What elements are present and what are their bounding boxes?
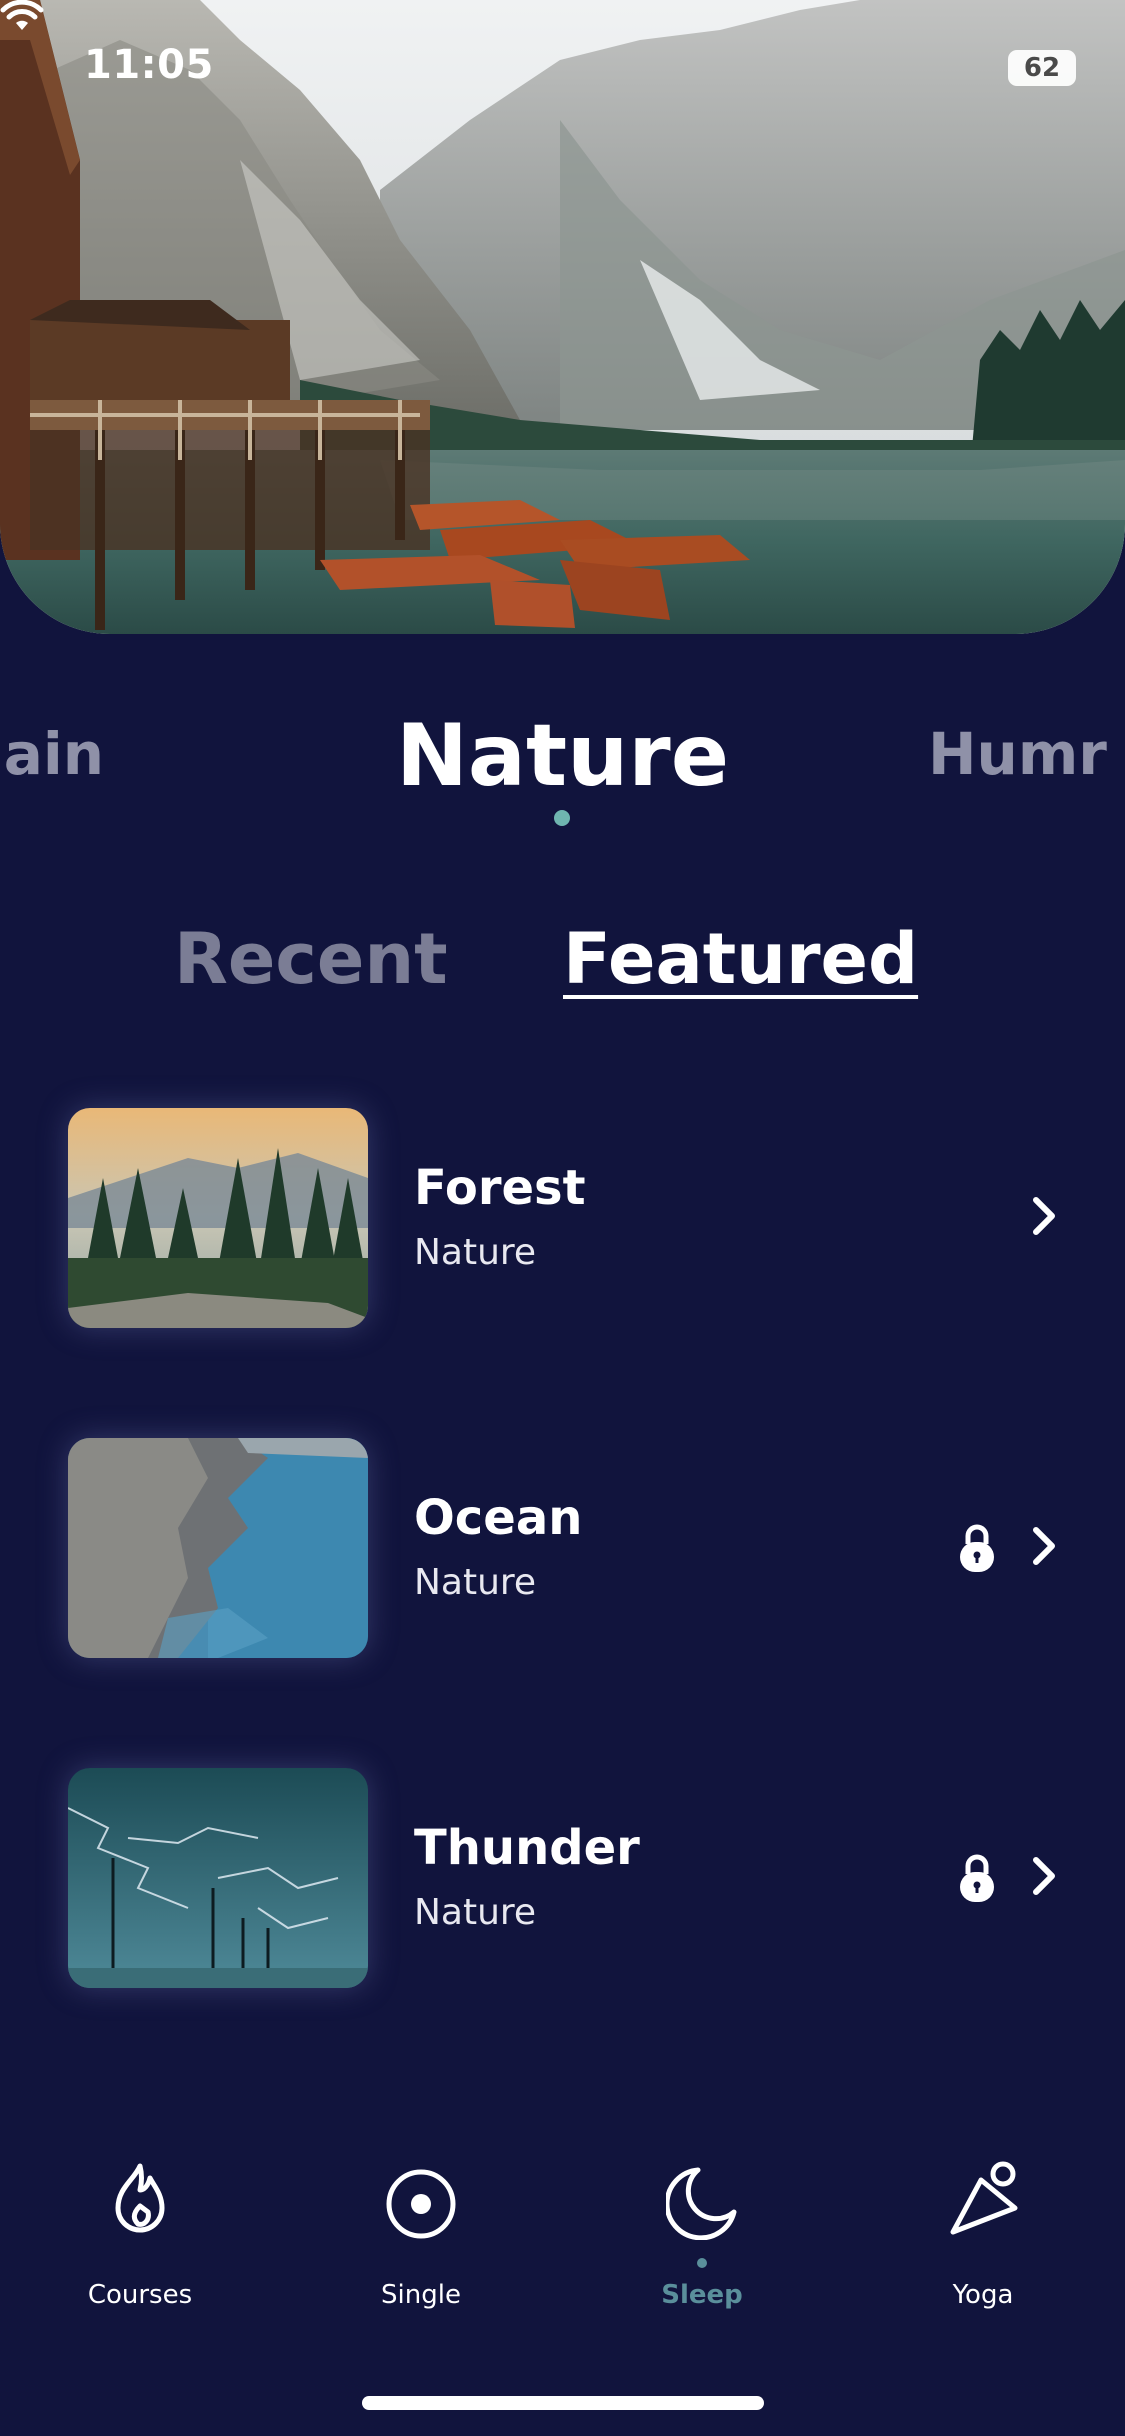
item-subtitle: Nature [414,1562,537,1603]
battery-indicator: 62 [1008,50,1076,86]
nav-courses[interactable]: Courses [40,2160,240,2310]
item-subtitle: Nature [414,1892,537,1933]
list-item-forest[interactable]: Forest Nature [0,1108,1125,1328]
home-indicator[interactable] [362,2396,764,2410]
list-item-thunder[interactable]: Thunder Nature [0,1768,1125,1988]
active-indicator-dot [697,2258,707,2268]
forest-thumbnail [68,1108,368,1328]
hero-image: 11:05 62 [0,0,1125,634]
category-indicator-dot [554,810,570,826]
wifi-icon [0,0,44,30]
item-subtitle: Nature [414,1232,537,1273]
nav-label: Courses [87,2280,193,2310]
moon-icon [666,2167,737,2240]
status-time: 11:05 [84,42,214,88]
item-title: Ocean [414,1490,583,1546]
yoga-pose-icon [950,2161,1018,2235]
chevron-right-icon[interactable] [1030,1524,1058,1568]
tab-recent[interactable]: Recent [174,918,448,1000]
nav-sleep[interactable]: Sleep [602,2160,802,2310]
nav-yoga[interactable]: Yoga [883,2160,1083,2310]
nav-single[interactable]: Single [321,2160,521,2310]
nav-label: Sleep [661,2280,743,2310]
thunder-thumbnail [68,1768,368,1988]
circle-dot-icon [386,2169,456,2239]
item-title: Forest [414,1160,586,1216]
tab-featured[interactable]: Featured [563,918,918,1000]
chevron-right-icon[interactable] [1030,1194,1058,1238]
mountain-lake-illustration [0,0,1125,634]
category-next[interactable]: Humr [928,720,1125,788]
list-item-ocean[interactable]: Ocean Nature [0,1438,1125,1658]
lock-icon [960,1854,994,1902]
item-title: Thunder [414,1820,640,1876]
nav-label: Single [381,2280,461,2310]
flame-icon [115,2163,165,2233]
nav-label: Yoga [952,2280,1014,2310]
lock-icon [960,1524,994,1572]
ocean-thumbnail [68,1438,368,1658]
chevron-right-icon[interactable] [1030,1854,1058,1898]
